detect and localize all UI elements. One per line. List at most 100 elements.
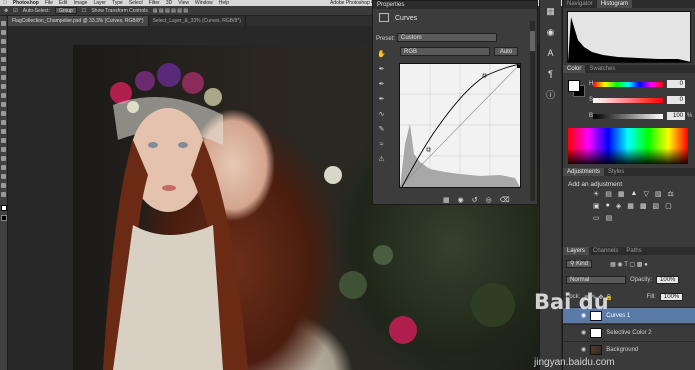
brightness-contrast-icon[interactable]: ☀ [593, 190, 599, 198]
hand-icon[interactable]: ✋ [377, 51, 386, 58]
black-white-icon[interactable]: ▣ [593, 202, 600, 210]
tab-layers[interactable]: Layers [563, 247, 590, 255]
curves-graph[interactable] [399, 63, 521, 188]
pen-tool-icon[interactable] [1, 147, 6, 152]
curve-point [517, 65, 520, 68]
foreground-color-swatch[interactable] [0, 205, 7, 211]
filter-icons[interactable]: ▦ ◉ T ▢ ▩ ● [610, 261, 648, 268]
align-icons[interactable]: ▤ ▤ ▤ ▤ ▤ ▤ [153, 8, 188, 14]
curves-adjustment-icon [379, 13, 389, 22]
eyedropper-white-icon[interactable]: ✒ [377, 96, 386, 103]
tab-color[interactable]: Color [563, 65, 586, 73]
hand-tool-icon[interactable] [1, 183, 6, 188]
doc-tab-1[interactable]: FlagCollection_Champelier.psd @ 33.3% (C… [8, 16, 149, 26]
auto-select-dropdown[interactable]: Group [54, 7, 77, 14]
brush-preset-icon[interactable]: ◉ [545, 27, 557, 38]
blur-tool-icon[interactable] [1, 129, 6, 134]
curves-icon[interactable]: ▦ [618, 190, 625, 198]
channel-mixer-icon[interactable]: ◈ [616, 202, 621, 210]
move-tool-icon[interactable] [1, 21, 6, 26]
doc-tab-2[interactable]: Select_Layer_&_33% (Curves, RGB/8*) [149, 16, 246, 26]
character-icon[interactable]: A [545, 48, 557, 59]
tab-paths[interactable]: Paths [622, 247, 645, 255]
warning-icon[interactable]: ⚠ [377, 156, 386, 163]
trash-icon[interactable]: ⌫ [500, 196, 510, 204]
foreground-color-chip[interactable] [568, 80, 580, 92]
properties-scrollbar[interactable] [530, 21, 535, 201]
paragraph-icon[interactable]: ¶ [545, 69, 557, 80]
marquee-tool-icon[interactable] [1, 30, 6, 35]
path-select-tool-icon[interactable] [1, 165, 6, 170]
saturation-value[interactable]: 0 [667, 96, 685, 104]
eyedropper-tool-icon[interactable] [1, 66, 6, 71]
color-balance-icon[interactable]: ⚖ [667, 190, 673, 198]
hue-saturation-icon[interactable]: ▨ [655, 190, 662, 198]
crop-tool-icon[interactable] [1, 57, 6, 62]
adjustment-icons: ☀ ▤ ▦ ▲ ▽ ▨ ⚖ ▣ ● ◈ ▦ ▩ ▧ ▢ ▭ ▤ [593, 190, 683, 222]
auto-select-checkbox[interactable]: ☑ [13, 8, 17, 14]
layer-row[interactable]: ◉ Selective Color 2 [563, 324, 695, 340]
preset-dropdown[interactable]: Custom [397, 33, 497, 42]
eyedropper-black-icon[interactable]: ✒ [377, 66, 386, 73]
eye-icon[interactable]: ◉ [581, 346, 586, 353]
posterize-icon[interactable]: ▧ [653, 202, 660, 210]
blend-mode-dropdown[interactable]: Normal [566, 276, 626, 284]
eyedropper-gray-icon[interactable]: ✒ [377, 81, 386, 88]
gradient-map-icon[interactable]: ▭ [593, 214, 600, 222]
color-spectrum[interactable] [568, 128, 688, 164]
vibrance-icon[interactable]: ▽ [643, 190, 648, 198]
auto-button[interactable]: Auto [494, 47, 518, 56]
shape-tool-icon[interactable] [1, 174, 6, 179]
color-lookup-icon[interactable]: ▦ [627, 202, 634, 210]
saturation-slider[interactable] [593, 98, 663, 103]
move-tool-icon[interactable]: ✥ [4, 8, 8, 14]
brightness-slider[interactable] [593, 114, 663, 119]
brush-tool-icon[interactable] [1, 84, 6, 89]
kind-filter-dropdown[interactable]: ⚲ Kind [566, 260, 593, 268]
eye-icon[interactable]: ◉ [581, 329, 586, 336]
hue-slider[interactable] [593, 82, 663, 87]
fill-field[interactable]: 100% [659, 293, 684, 301]
selective-color-icon[interactable]: ▤ [606, 214, 613, 222]
type-tool-icon[interactable] [1, 156, 6, 161]
healing-tool-icon[interactable] [1, 75, 6, 80]
layer-row[interactable]: ◉ Background [563, 341, 695, 357]
curve-point-icon[interactable]: ∿ [377, 111, 386, 118]
channel-dropdown[interactable]: RGB [400, 47, 490, 56]
tab-adjustments[interactable]: Adjustments [563, 168, 605, 176]
tab-histogram[interactable]: Histogram [596, 0, 633, 8]
invert-icon[interactable]: ▩ [640, 202, 647, 210]
exposure-icon[interactable]: ▲ [631, 190, 638, 198]
tab-swatches[interactable]: Swatches [585, 65, 619, 73]
tab-navigator[interactable]: Navigator [563, 0, 597, 8]
clip-icon[interactable]: ▦ [443, 196, 450, 204]
eraser-tool-icon[interactable] [1, 111, 6, 116]
visibility-icon[interactable]: ◎ [486, 196, 492, 204]
lasso-tool-icon[interactable] [1, 39, 6, 44]
clone-tool-icon[interactable] [1, 93, 6, 98]
curves-graph-svg[interactable] [400, 64, 520, 187]
history-icon[interactable]: ▦ [545, 6, 557, 17]
photo-filter-icon[interactable]: ● [606, 202, 610, 210]
levels-icon[interactable]: ▤ [605, 190, 612, 198]
zoom-tool-icon[interactable] [1, 192, 6, 197]
pencil-icon[interactable]: ✎ [377, 126, 386, 133]
tab-styles[interactable]: Styles [604, 168, 628, 176]
hue-value[interactable]: 0 [667, 80, 685, 88]
tab-channels[interactable]: Channels [589, 247, 622, 255]
layer-name: Background [606, 346, 639, 353]
show-transform-checkbox[interactable]: ☐ [82, 8, 86, 14]
reset-icon[interactable]: ↺ [472, 196, 478, 204]
opacity-field[interactable]: 100% [656, 276, 680, 284]
scrollbar-thumb[interactable] [530, 31, 535, 51]
threshold-icon[interactable]: ▢ [665, 202, 672, 210]
eye-preview-icon[interactable]: ◉ [458, 196, 464, 204]
quick-select-tool-icon[interactable] [1, 48, 6, 53]
gradient-tool-icon[interactable] [1, 120, 6, 125]
brightness-value[interactable]: 100 [667, 112, 685, 120]
history-brush-tool-icon[interactable] [1, 102, 6, 107]
background-color-swatch[interactable] [0, 215, 7, 221]
dodge-tool-icon[interactable] [1, 138, 6, 143]
smooth-icon[interactable]: ≈ [377, 141, 386, 148]
info-icon[interactable]: ⓘ [545, 90, 557, 101]
